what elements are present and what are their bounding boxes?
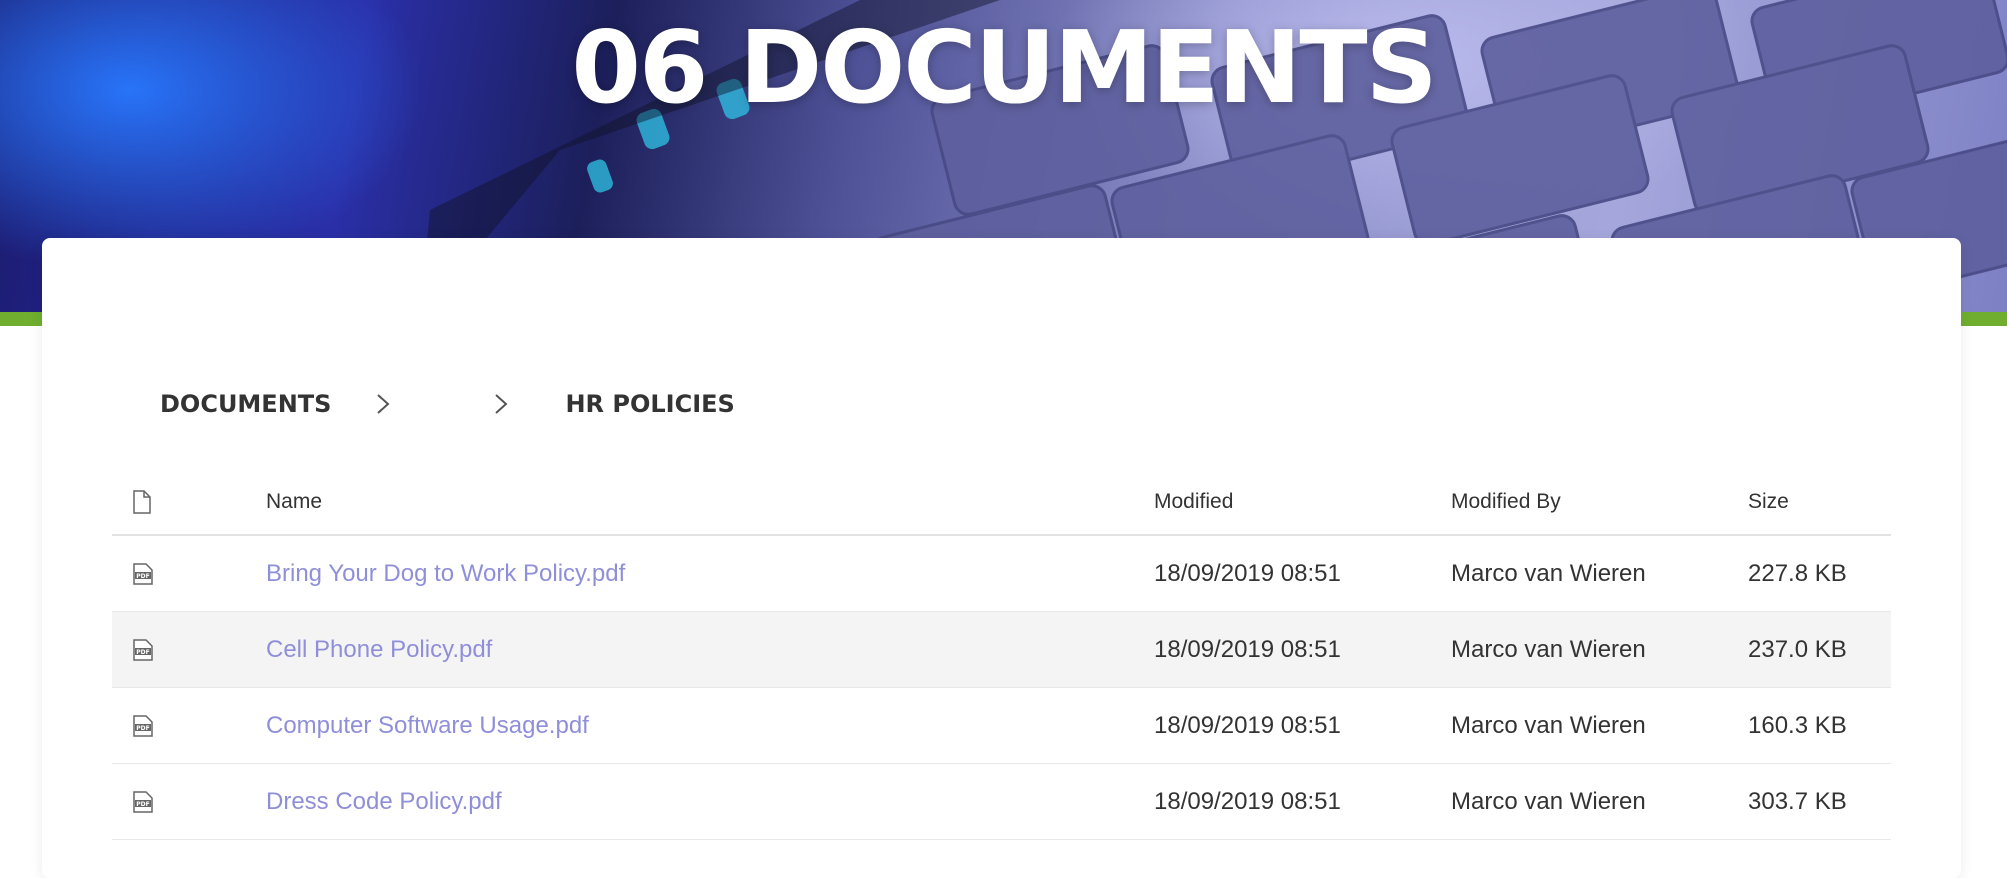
file-type-header[interactable] [112, 490, 266, 514]
size-cell: 237.0 KB [1748, 635, 1847, 663]
modified-cell: 18/09/2019 08:51 [1154, 711, 1341, 739]
size-cell: 303.7 KB [1748, 787, 1847, 815]
modified-by-cell: Marco van Wieren [1451, 559, 1646, 587]
table-row[interactable]: PDF Dress Code Policy.pdf 18/09/2019 08:… [112, 764, 1891, 840]
svg-text:PDF: PDF [136, 725, 149, 732]
modified-by-cell: Marco van Wieren [1451, 787, 1646, 815]
file-link[interactable]: Dress Code Policy.pdf [266, 788, 502, 815]
file-icon [133, 490, 151, 514]
column-header-size[interactable]: Size [1748, 490, 1891, 514]
svg-text:PDF: PDF [136, 573, 149, 580]
documents-table: Name Modified Modified By Size PDF Bring… [112, 470, 1891, 840]
page-title: 06 DOCUMENTS [571, 9, 1437, 126]
column-header-modified[interactable]: Modified [1154, 490, 1451, 514]
column-header-name[interactable]: Name [266, 490, 1154, 514]
pdf-icon: PDF [133, 562, 153, 585]
modified-cell: 18/09/2019 08:51 [1154, 635, 1341, 663]
svg-text:PDF: PDF [136, 649, 149, 656]
table-header: Name Modified Modified By Size [112, 470, 1891, 536]
breadcrumb: DOCUMENTS HR POLICIES [160, 384, 735, 424]
modified-cell: 18/09/2019 08:51 [1154, 787, 1341, 815]
breadcrumb-item-hr-policies[interactable]: HR POLICIES [565, 390, 734, 418]
chevron-right-icon [377, 394, 390, 414]
size-cell: 227.8 KB [1748, 559, 1847, 587]
table-row[interactable]: PDF Computer Software Usage.pdf 18/09/20… [112, 688, 1891, 764]
pdf-icon: PDF [133, 790, 153, 813]
pdf-icon: PDF [133, 714, 153, 737]
content-card: DOCUMENTS HR POLICIES Name Modified Modi… [42, 238, 1961, 878]
modified-by-cell: Marco van Wieren [1451, 711, 1646, 739]
file-link[interactable]: Bring Your Dog to Work Policy.pdf [266, 560, 625, 587]
svg-text:PDF: PDF [136, 801, 149, 808]
pdf-icon: PDF [133, 638, 153, 661]
breadcrumb-item-documents[interactable]: DOCUMENTS [160, 390, 331, 418]
column-header-modified-by[interactable]: Modified By [1451, 490, 1748, 514]
table-row[interactable]: PDF Cell Phone Policy.pdf 18/09/2019 08:… [112, 612, 1891, 688]
table-row[interactable]: PDF Bring Your Dog to Work Policy.pdf 18… [112, 536, 1891, 612]
modified-by-cell: Marco van Wieren [1451, 635, 1646, 663]
size-cell: 160.3 KB [1748, 711, 1847, 739]
file-link[interactable]: Computer Software Usage.pdf [266, 712, 589, 739]
chevron-right-icon [495, 394, 508, 414]
file-link[interactable]: Cell Phone Policy.pdf [266, 636, 492, 663]
modified-cell: 18/09/2019 08:51 [1154, 559, 1341, 587]
